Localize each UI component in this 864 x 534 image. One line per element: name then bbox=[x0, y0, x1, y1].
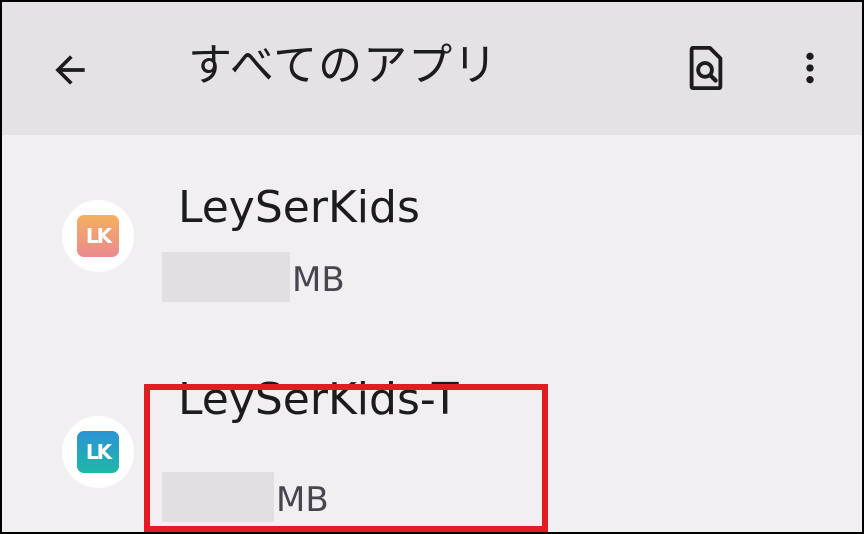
app-logo-icon: LK bbox=[77, 215, 119, 257]
app-name: LeySerKids bbox=[178, 182, 420, 233]
more-options-button[interactable] bbox=[782, 40, 838, 96]
app-size: MB bbox=[162, 252, 345, 302]
page-title: すべてのアプリ bbox=[188, 40, 499, 91]
app-bar: すべてのアプリ bbox=[2, 2, 862, 135]
app-logo-icon: LK bbox=[77, 431, 119, 473]
arrow-back-icon bbox=[55, 55, 85, 85]
app-icon-container: LK bbox=[62, 416, 134, 488]
highlight-annotation-box bbox=[144, 384, 548, 532]
app-icon-container: LK bbox=[62, 200, 134, 272]
back-button[interactable] bbox=[42, 42, 98, 98]
screen: すべてのアプリ LK LeySerKids MB LK LeySerKids-T… bbox=[2, 2, 862, 532]
document-search-icon bbox=[689, 45, 723, 91]
redacted-size-value bbox=[162, 252, 290, 302]
search-button[interactable] bbox=[678, 40, 734, 96]
size-unit: MB bbox=[292, 260, 345, 300]
more-vert-icon bbox=[806, 52, 814, 84]
app-list-item[interactable]: LK LeySerKids MB bbox=[2, 160, 862, 330]
